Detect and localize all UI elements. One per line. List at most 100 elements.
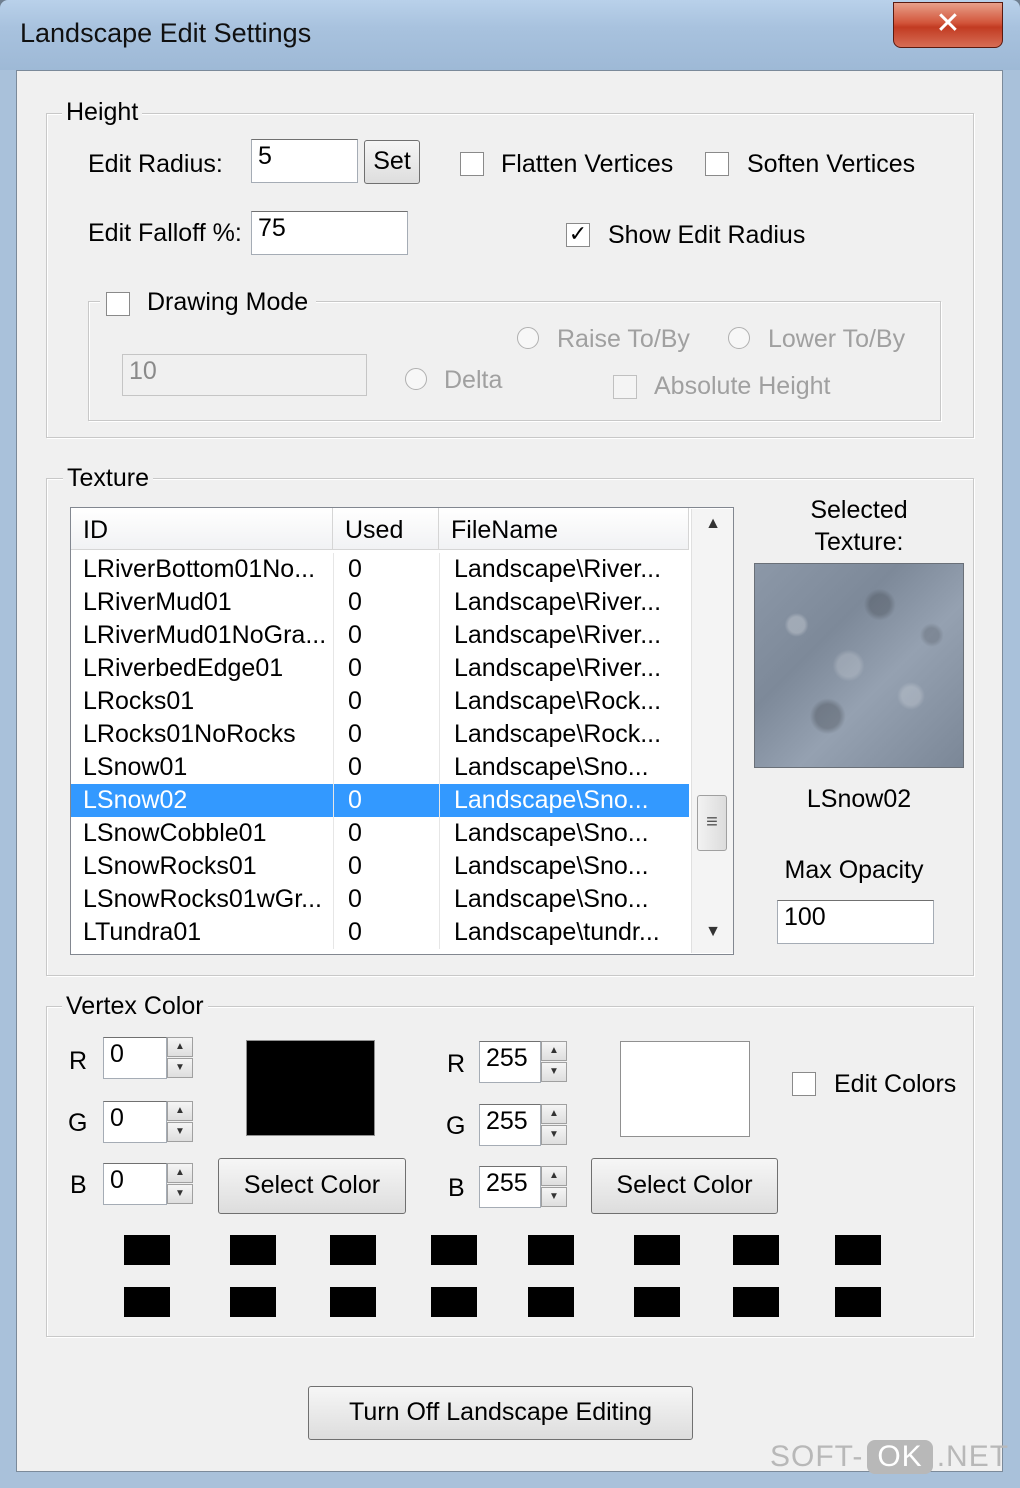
palette-swatch[interactable] [528,1287,574,1317]
spin-down-icon[interactable]: ▼ [167,1058,193,1078]
texture-used-cell: 0 [348,819,362,847]
palette-swatch[interactable] [634,1235,680,1265]
texture-list-row[interactable]: LRocks01NoRocks 0 Landscape\Rock... [71,718,689,751]
raise-to-by-radio[interactable] [517,327,539,349]
show-edit-radius-label: Show Edit Radius [608,221,806,249]
column-header-filename[interactable]: FileName [439,508,689,550]
texture-list-row[interactable]: LSnow02 0 Landscape\Sno... [71,784,689,817]
drawing-mode-value-input[interactable]: 10 [122,354,367,396]
texture-list-row[interactable]: LSnowRocks01 0 Landscape\Sno... [71,850,689,883]
spin-up-icon[interactable]: ▲ [167,1101,193,1121]
edit-colors-checkbox[interactable] [792,1072,816,1096]
palette-swatch[interactable] [528,1235,574,1265]
texture-list-row[interactable]: LRiverMud01NoGra... 0 Landscape\River... [71,619,689,652]
spin-up-icon[interactable]: ▲ [541,1041,567,1061]
palette-swatch[interactable] [733,1287,779,1317]
texture-id-cell: LSnowRocks01wGr... [83,885,322,913]
palette-swatch[interactable] [835,1235,881,1265]
right-r-spinner[interactable]: ▲ ▼ [541,1041,567,1083]
right-g-input[interactable]: 255 [479,1104,541,1146]
window-frame-right [1003,70,1020,1488]
spin-down-icon[interactable]: ▼ [541,1125,567,1145]
left-select-color-button[interactable]: Select Color [218,1158,406,1214]
texture-id-cell: LSnow02 [83,786,188,814]
scroll-up-arrow-icon[interactable]: ▲ [692,515,733,545]
palette-swatch[interactable] [835,1287,881,1317]
texture-list-row[interactable]: LRocks01 0 Landscape\Rock... [71,685,689,718]
lower-to-by-radio[interactable] [728,327,750,349]
palette-swatch[interactable] [733,1235,779,1265]
palette-swatch[interactable] [230,1235,276,1265]
texture-list-row[interactable]: LRiverBottom01No... 0 Landscape\River... [71,553,689,586]
vertex-color-legend: Vertex Color [62,992,208,1021]
texture-list-row[interactable]: LTundra01 0 Landscape\tundr... [71,916,689,949]
palette-swatch[interactable] [330,1287,376,1317]
left-r-input[interactable]: 0 [103,1037,167,1079]
close-button[interactable]: ✕ [893,2,1003,48]
title-bar[interactable]: Landscape Edit Settings ✕ [0,0,1020,70]
right-g-spinner[interactable]: ▲ ▼ [541,1104,567,1146]
texture-id-cell: LSnowCobble01 [83,819,267,847]
texture-used-cell: 0 [348,654,362,682]
set-button[interactable]: Set [364,140,420,184]
column-divider [439,718,440,751]
palette-swatch[interactable] [330,1235,376,1265]
drawing-mode-checkbox[interactable] [106,292,130,316]
spin-down-icon[interactable]: ▼ [541,1187,567,1207]
left-g-spinner[interactable]: ▲ ▼ [167,1101,193,1143]
texture-list-row[interactable]: LSnowCobble01 0 Landscape\Sno... [71,817,689,850]
texture-id-cell: LSnow01 [83,753,188,781]
spin-down-icon[interactable]: ▼ [167,1122,193,1142]
scroll-down-arrow-icon[interactable]: ▼ [692,923,733,953]
spin-down-icon[interactable]: ▼ [541,1062,567,1082]
column-header-id[interactable]: ID [71,508,333,550]
texture-filename-cell: Landscape\Sno... [454,885,649,913]
texture-list-row[interactable]: LSnowRocks01wGr... 0 Landscape\Sno... [71,883,689,916]
texture-filename-cell: Landscape\River... [454,588,662,616]
texture-list-scrollbar[interactable]: ▲ ≡ ▼ [691,509,733,953]
texture-used-cell: 0 [348,852,362,880]
soften-vertices-checkbox[interactable] [705,152,729,176]
show-edit-radius-checkbox[interactable]: ✓ [566,223,590,247]
texture-filename-cell: Landscape\Sno... [454,786,649,814]
spin-down-icon[interactable]: ▼ [167,1184,193,1204]
spin-up-icon[interactable]: ▲ [541,1166,567,1186]
column-divider [439,784,440,817]
spin-up-icon[interactable]: ▲ [167,1037,193,1057]
texture-list-row[interactable]: LRiverMud01 0 Landscape\River... [71,586,689,619]
texture-list-row[interactable]: LSnow01 0 Landscape\Sno... [71,751,689,784]
texture-id-cell: LRocks01 [83,687,195,715]
edit-radius-input[interactable]: 5 [251,139,358,183]
palette-swatch[interactable] [634,1287,680,1317]
max-opacity-input[interactable]: 100 [777,900,934,944]
left-b-input[interactable]: 0 [103,1163,167,1205]
edit-falloff-input[interactable]: 75 [251,211,408,255]
selected-texture-preview [754,563,964,768]
palette-swatch[interactable] [124,1287,170,1317]
left-r-spinner[interactable]: ▲ ▼ [167,1037,193,1079]
palette-swatch[interactable] [431,1235,477,1265]
right-r-input[interactable]: 255 [479,1041,541,1083]
scroll-thumb[interactable]: ≡ [697,795,727,851]
texture-id-cell: LRocks01NoRocks [83,720,296,748]
right-select-color-button[interactable]: Select Color [591,1158,778,1214]
left-g-input[interactable]: 0 [103,1101,167,1143]
turn-off-landscape-editing-button[interactable]: Turn Off Landscape Editing [308,1386,693,1440]
drawing-mode-label: Drawing Mode [147,288,309,316]
left-b-spinner[interactable]: ▲ ▼ [167,1163,193,1205]
spin-up-icon[interactable]: ▲ [541,1104,567,1124]
right-b-spinner[interactable]: ▲ ▼ [541,1166,567,1208]
absolute-height-checkbox[interactable] [613,375,637,399]
flatten-vertices-checkbox[interactable] [460,152,484,176]
palette-swatch[interactable] [431,1287,477,1317]
spin-up-icon[interactable]: ▲ [167,1163,193,1183]
texture-list[interactable]: ID Used FileName LRiverBottom01No... 0 Lan… [70,507,734,955]
palette-swatch[interactable] [124,1235,170,1265]
texture-list-row[interactable]: LRiverbedEdge01 0 Landscape\River... [71,652,689,685]
right-b-input[interactable]: 255 [479,1166,541,1208]
delta-radio[interactable] [405,368,427,390]
column-divider [333,784,334,817]
palette-swatch[interactable] [230,1287,276,1317]
raise-to-by-label: Raise To/By [557,325,690,353]
column-header-used[interactable]: Used [333,508,439,550]
